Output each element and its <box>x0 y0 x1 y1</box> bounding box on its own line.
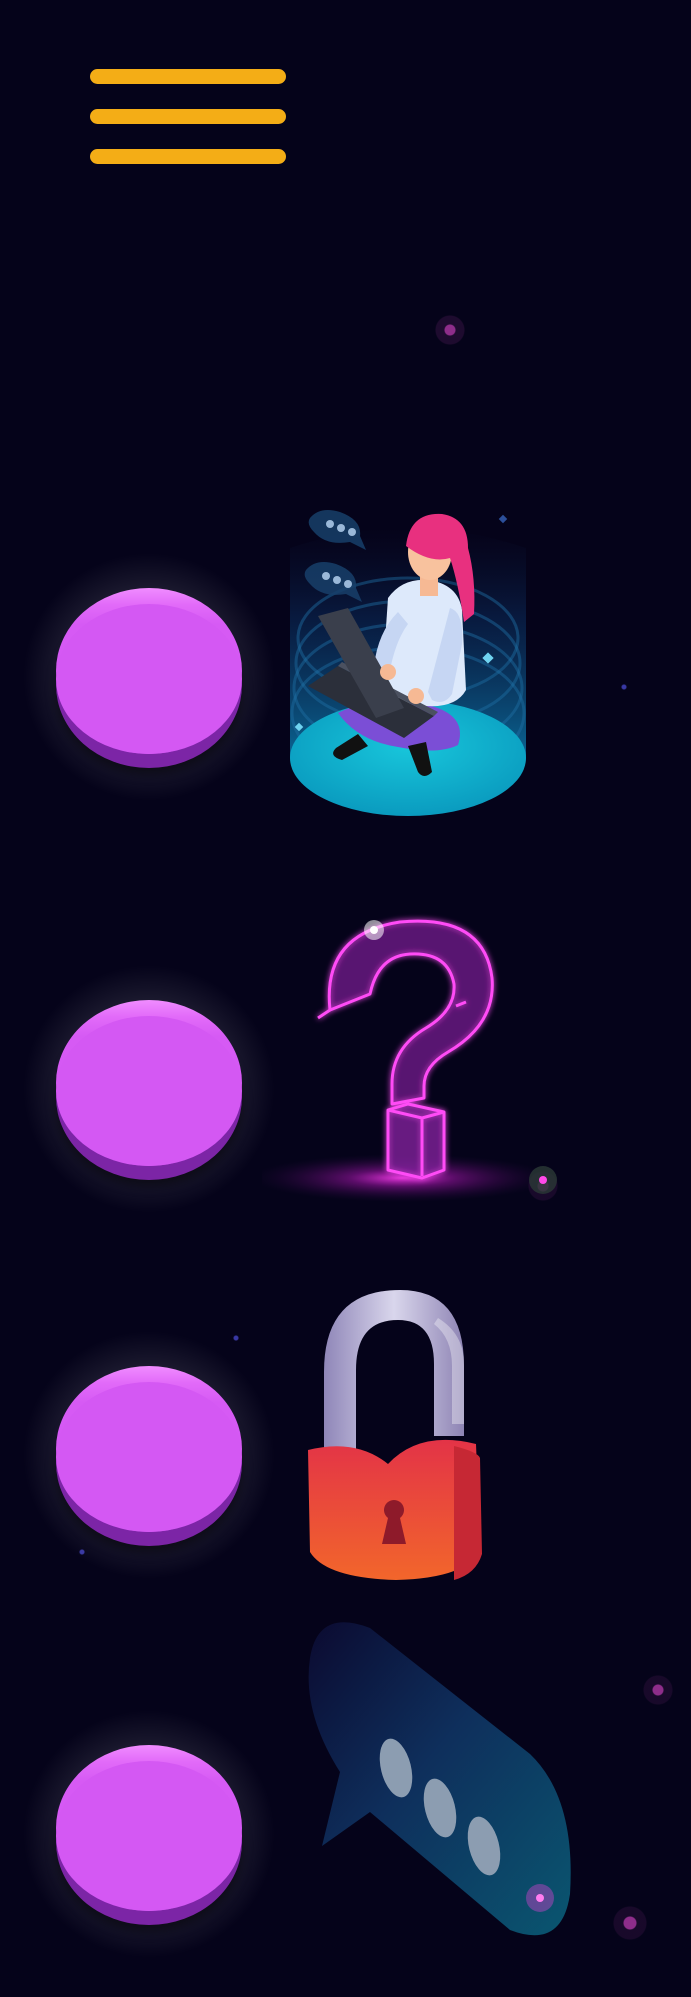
option-button-4[interactable] <box>22 1709 276 1959</box>
woman-with-laptop-illustration <box>288 488 528 833</box>
option-button-1[interactable] <box>22 552 276 802</box>
option-button-3[interactable] <box>22 1330 276 1580</box>
neon-question-mark-illustration <box>262 900 562 1205</box>
menu-bar-2 <box>90 109 286 124</box>
page <box>0 0 691 1997</box>
chat-bubble-illustration <box>300 1618 580 1978</box>
hamburger-menu-icon[interactable] <box>88 66 288 168</box>
open-padlock-illustration <box>300 1290 490 1580</box>
menu-bar-3 <box>90 149 286 164</box>
menu-bar-1 <box>90 69 286 84</box>
option-button-2[interactable] <box>22 964 276 1214</box>
